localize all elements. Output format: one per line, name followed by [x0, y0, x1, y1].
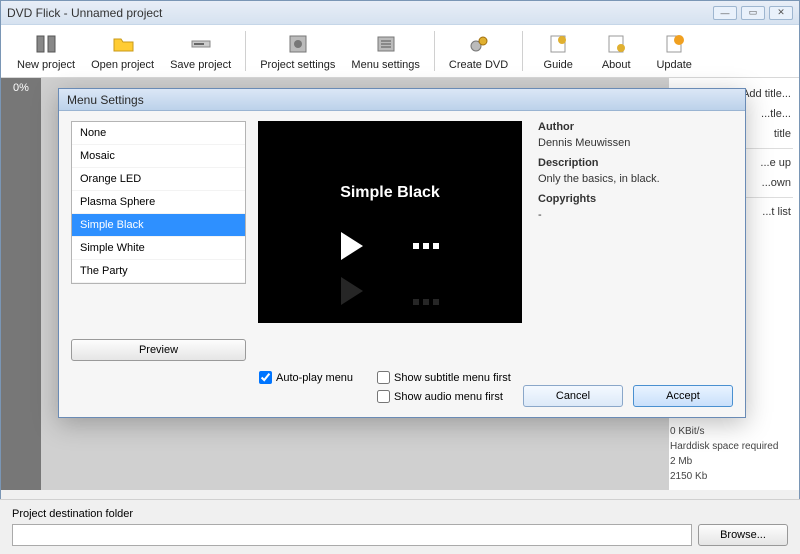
toolbar-separator — [522, 31, 523, 71]
preview-button[interactable]: Preview — [71, 339, 246, 361]
disk-drive-icon — [188, 31, 214, 57]
titlebar: DVD Flick - Unnamed project — ▭ ✕ — [1, 1, 799, 25]
dialog-title: Menu Settings — [59, 89, 745, 111]
close-button[interactable]: ✕ — [769, 6, 793, 20]
theme-item[interactable]: Simple Black — [72, 214, 245, 237]
theme-item[interactable]: Plasma Sphere — [72, 191, 245, 214]
subtitle-first-checkbox[interactable]: Show subtitle menu first — [377, 371, 511, 384]
guide-icon — [545, 31, 571, 57]
main-toolbar: New project Open project Save project Pr… — [1, 25, 799, 78]
theme-list[interactable]: NoneMosaicOrange LEDPlasma SphereSimple … — [71, 121, 246, 284]
about-button[interactable]: About — [587, 29, 645, 73]
update-icon — [661, 31, 687, 57]
new-project-icon — [33, 31, 59, 57]
cancel-button[interactable]: Cancel — [523, 385, 623, 407]
menu-settings-dialog: Menu Settings NoneMosaicOrange LEDPlasma… — [58, 88, 746, 418]
save-project-button[interactable]: Save project — [162, 29, 239, 73]
theme-preview: Simple Black — [258, 121, 522, 323]
theme-item[interactable]: Orange LED — [72, 168, 245, 191]
theme-metadata: Author Dennis Meuwissen Description Only… — [534, 121, 733, 361]
update-button[interactable]: Update — [645, 29, 703, 73]
audio-first-checkbox[interactable]: Show audio menu first — [377, 390, 511, 403]
destination-folder-input[interactable] — [12, 524, 692, 546]
menu-settings-icon — [373, 31, 399, 57]
toolbar-separator — [245, 31, 246, 71]
progress-strip: 0% — [1, 78, 41, 490]
new-project-button[interactable]: New project — [9, 29, 83, 73]
accept-button[interactable]: Accept — [633, 385, 733, 407]
play-icon — [341, 232, 363, 260]
theme-item[interactable]: The Party — [72, 260, 245, 283]
create-dvd-button[interactable]: Create DVD — [441, 29, 516, 73]
theme-item[interactable]: Simple White — [72, 237, 245, 260]
maximize-button[interactable]: ▭ — [741, 6, 765, 20]
more-icon — [413, 243, 439, 249]
toolbar-separator — [434, 31, 435, 71]
app-window: DVD Flick - Unnamed project — ▭ ✕ New pr… — [0, 0, 800, 554]
progress-label: 0% — [13, 82, 29, 94]
about-icon — [603, 31, 629, 57]
dest-label: Project destination folder — [12, 508, 133, 520]
project-settings-button[interactable]: Project settings — [252, 29, 343, 73]
theme-item[interactable]: None — [72, 122, 245, 145]
minimize-button[interactable]: — — [713, 6, 737, 20]
window-title: DVD Flick - Unnamed project — [7, 6, 713, 20]
guide-button[interactable]: Guide — [529, 29, 587, 73]
menu-settings-button[interactable]: Menu settings — [343, 29, 427, 73]
settings-icon — [285, 31, 311, 57]
folder-open-icon — [110, 31, 136, 57]
bottom-panel: Project destination folder Browse... — [0, 499, 800, 554]
open-project-button[interactable]: Open project — [83, 29, 162, 73]
status-info: 0 KBit/s Harddisk space required 2 Mb 21… — [670, 424, 790, 484]
theme-item[interactable]: Mosaic — [72, 145, 245, 168]
preview-title: Simple Black — [340, 184, 440, 202]
autoplay-checkbox[interactable]: Auto-play menu — [259, 371, 353, 384]
browse-button[interactable]: Browse... — [698, 524, 788, 546]
gears-icon — [466, 31, 492, 57]
